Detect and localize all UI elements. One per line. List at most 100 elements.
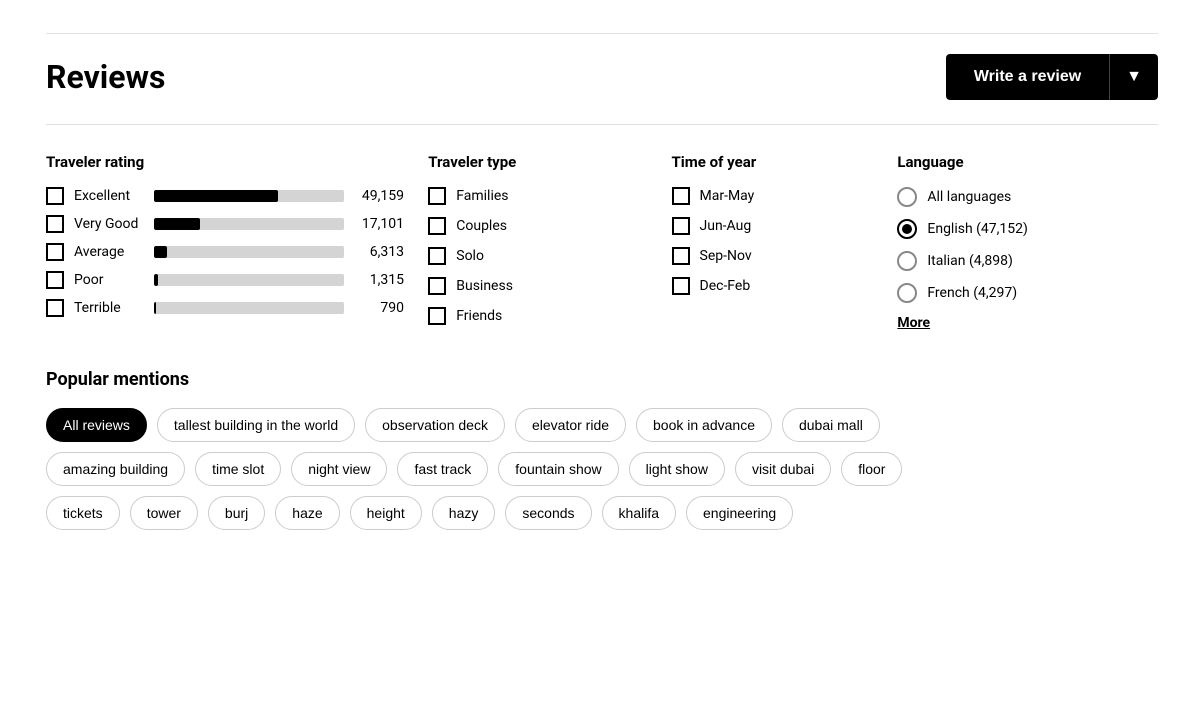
rating-rows: Excellent 49,159 Very Good 17,101 Averag… <box>46 187 428 317</box>
traveler-type-row[interactable]: Solo <box>428 247 671 265</box>
language-row[interactable]: French (4,297) <box>897 283 1158 303</box>
type-label: Families <box>456 188 508 204</box>
language-row[interactable]: English (47,152) <box>897 219 1158 239</box>
radio-button[interactable] <box>897 251 917 271</box>
type-rows: Families Couples Solo Business Friends <box>428 187 671 325</box>
mention-tag[interactable]: amazing building <box>46 452 185 486</box>
rating-bar-fill <box>154 218 200 230</box>
mention-tag[interactable]: khalifa <box>602 496 676 530</box>
mention-tag[interactable]: seconds <box>505 496 591 530</box>
time-checkbox[interactable] <box>672 277 690 295</box>
time-checkbox[interactable] <box>672 217 690 235</box>
radio-button[interactable] <box>897 219 917 239</box>
radio-button[interactable] <box>897 283 917 303</box>
tags-row: amazing building time slot night view fast … <box>46 452 1158 486</box>
rating-count: 790 <box>354 300 404 316</box>
mention-tag[interactable]: light show <box>629 452 725 486</box>
rating-bar-container <box>154 246 344 258</box>
filters-row: Traveler rating Excellent 49,159 Very Go… <box>46 153 1158 337</box>
rating-bar-fill <box>154 302 156 314</box>
type-checkbox[interactable] <box>428 247 446 265</box>
rating-bar-container <box>154 274 344 286</box>
mention-tag[interactable]: tickets <box>46 496 120 530</box>
rating-checkbox[interactable] <box>46 215 64 233</box>
time-checkbox[interactable] <box>672 247 690 265</box>
time-row[interactable]: Dec-Feb <box>672 277 898 295</box>
mention-tag[interactable]: fast track <box>397 452 488 486</box>
time-row[interactable]: Sep-Nov <box>672 247 898 265</box>
write-review-button[interactable]: Write a review <box>946 54 1109 100</box>
radio-button[interactable] <box>897 187 917 207</box>
mention-tag[interactable]: tallest building in the world <box>157 408 355 442</box>
mention-tag[interactable]: elevator ride <box>515 408 626 442</box>
type-checkbox[interactable] <box>428 307 446 325</box>
language-rows: All languages English (47,152) Italian (… <box>897 187 1158 303</box>
language-more-link[interactable]: More <box>897 315 1158 331</box>
traveler-type-row[interactable]: Families <box>428 187 671 205</box>
rating-count: 49,159 <box>354 188 404 204</box>
write-review-group: Write a review ▼ <box>946 54 1158 100</box>
time-row[interactable]: Jun-Aug <box>672 217 898 235</box>
mention-tag[interactable]: night view <box>291 452 387 486</box>
mention-tag[interactable]: fountain show <box>498 452 618 486</box>
rating-count: 6,313 <box>354 244 404 260</box>
mention-tag[interactable]: burj <box>208 496 265 530</box>
header-divider <box>46 124 1158 125</box>
time-checkbox[interactable] <box>672 187 690 205</box>
traveler-type-row[interactable]: Friends <box>428 307 671 325</box>
mention-tag[interactable]: engineering <box>686 496 793 530</box>
rating-label: Excellent <box>74 188 144 204</box>
language-row[interactable]: Italian (4,898) <box>897 251 1158 271</box>
time-row[interactable]: Mar-May <box>672 187 898 205</box>
rating-bar-container <box>154 218 344 230</box>
mention-tag[interactable]: observation deck <box>365 408 505 442</box>
reviews-title: Reviews <box>46 58 165 96</box>
mention-tag[interactable]: time slot <box>195 452 281 486</box>
rating-bar-container <box>154 302 344 314</box>
time-label: Sep-Nov <box>700 248 752 264</box>
traveler-rating-title: Traveler rating <box>46 153 428 171</box>
type-label: Couples <box>456 218 507 234</box>
mention-tag[interactable]: dubai mall <box>782 408 880 442</box>
rating-row[interactable]: Terrible 790 <box>46 299 428 317</box>
type-label: Friends <box>456 308 502 324</box>
rating-bar-fill <box>154 274 158 286</box>
mention-tag[interactable]: tower <box>130 496 198 530</box>
time-label: Mar-May <box>700 188 755 204</box>
rating-checkbox[interactable] <box>46 271 64 289</box>
mention-tag[interactable]: floor <box>841 452 902 486</box>
type-checkbox[interactable] <box>428 187 446 205</box>
mention-tag[interactable]: book in advance <box>636 408 772 442</box>
language-title: Language <box>897 153 1158 171</box>
language-label: French (4,297) <box>927 285 1017 301</box>
rating-row[interactable]: Excellent 49,159 <box>46 187 428 205</box>
type-checkbox[interactable] <box>428 277 446 295</box>
tag-rows: All reviews tallest building in the world… <box>46 408 1158 530</box>
rating-checkbox[interactable] <box>46 299 64 317</box>
rating-label: Very Good <box>74 216 144 232</box>
language-label: All languages <box>927 189 1011 205</box>
language-row[interactable]: All languages <box>897 187 1158 207</box>
type-checkbox[interactable] <box>428 217 446 235</box>
language-label: Italian (4,898) <box>927 253 1013 269</box>
traveler-type-row[interactable]: Business <box>428 277 671 295</box>
rating-bar-fill <box>154 246 167 258</box>
mention-tag[interactable]: hazy <box>432 496 496 530</box>
time-label: Dec-Feb <box>700 278 751 294</box>
rating-checkbox[interactable] <box>46 187 64 205</box>
mention-tag[interactable]: All reviews <box>46 408 147 442</box>
popular-mentions-title: Popular mentions <box>46 369 1158 390</box>
mention-tag[interactable]: height <box>350 496 422 530</box>
rating-checkbox[interactable] <box>46 243 64 261</box>
mention-tag[interactable]: visit dubai <box>735 452 831 486</box>
traveler-type-row[interactable]: Couples <box>428 217 671 235</box>
rating-row[interactable]: Poor 1,315 <box>46 271 428 289</box>
type-label: Solo <box>456 248 484 264</box>
tags-row: All reviews tallest building in the world… <box>46 408 1158 442</box>
mention-tag[interactable]: haze <box>275 496 339 530</box>
rating-row[interactable]: Average 6,313 <box>46 243 428 261</box>
rating-row[interactable]: Very Good 17,101 <box>46 215 428 233</box>
radio-inner <box>902 224 912 234</box>
write-review-dropdown-button[interactable]: ▼ <box>1109 54 1158 100</box>
time-of-year-title: Time of year <box>672 153 898 171</box>
